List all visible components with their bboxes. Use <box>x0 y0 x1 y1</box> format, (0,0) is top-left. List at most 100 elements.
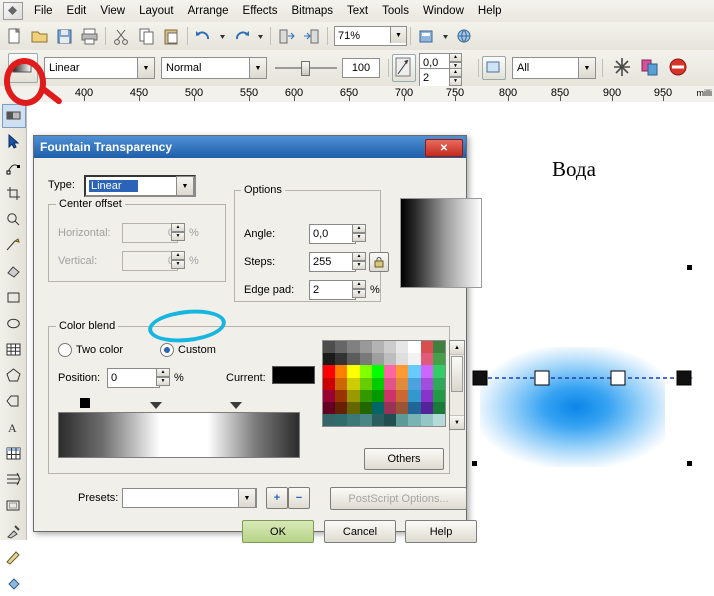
menu-item-layout[interactable]: Layout <box>132 2 181 20</box>
palette-swatch[interactable] <box>420 341 433 354</box>
palette-swatch[interactable] <box>432 353 445 366</box>
toolbox-item-outline-tool[interactable] <box>2 546 26 570</box>
toolbox-item-shape-tool[interactable] <box>2 156 26 180</box>
lock-icon[interactable] <box>369 252 389 272</box>
palette-swatch[interactable] <box>383 377 397 390</box>
chevron-down-icon[interactable]: ▼ <box>390 27 406 43</box>
steps-spinner[interactable]: ▲ ▼ <box>352 252 366 270</box>
menu-item-window[interactable]: Window <box>416 2 471 20</box>
palette-swatch[interactable] <box>383 341 397 354</box>
copy-transparency-icon[interactable] <box>638 55 664 81</box>
palette-swatch[interactable] <box>335 353 348 366</box>
dialog-title-bar[interactable]: Fountain Transparency ✕ <box>34 136 466 158</box>
toolbox-item-ellipse-tool[interactable] <box>2 312 26 336</box>
save-document-icon[interactable] <box>53 25 76 48</box>
copy-icon[interactable] <box>135 25 158 48</box>
toolbox-item-eyedropper-tool[interactable] <box>2 520 26 544</box>
palette-swatch[interactable] <box>371 341 384 354</box>
edge-pad-input[interactable]: 2 <box>309 280 356 300</box>
fountain-transparency-dialog[interactable]: Fountain Transparency ✕ Type: Linear ▼ C… <box>33 135 482 543</box>
palette-swatch[interactable] <box>383 389 397 402</box>
scrollbar-thumb[interactable] <box>451 356 463 392</box>
palette-swatch[interactable] <box>359 401 372 415</box>
menu-item-view[interactable]: View <box>93 2 132 20</box>
palette-swatch[interactable] <box>347 389 360 402</box>
scroll-up-icon[interactable]: ▲ <box>450 341 464 355</box>
palette-swatch[interactable] <box>420 353 433 366</box>
palette-swatch[interactable] <box>383 414 397 427</box>
palette-swatch[interactable] <box>371 365 384 378</box>
palette-swatch[interactable] <box>323 389 336 402</box>
corel-online-icon[interactable] <box>453 25 476 48</box>
menu-item-edit[interactable]: Edit <box>60 2 94 20</box>
palette-swatch[interactable] <box>335 377 348 390</box>
palette-swatch[interactable] <box>383 401 397 415</box>
toolbox-item-interactive-transparency[interactable] <box>2 104 26 128</box>
transparency-vector[interactable] <box>471 367 701 389</box>
palette-swatch[interactable] <box>432 377 445 390</box>
palette-swatch[interactable] <box>359 341 372 354</box>
position-input[interactable]: 0 <box>107 368 160 388</box>
palette-swatch[interactable] <box>335 389 348 402</box>
palette-swatch[interactable] <box>359 365 372 378</box>
palette-swatch[interactable] <box>371 353 384 366</box>
palette-swatch[interactable] <box>347 341 360 354</box>
water-gradient-object[interactable] <box>480 347 665 467</box>
palette-swatch[interactable] <box>396 377 409 390</box>
palette-swatch[interactable] <box>420 401 433 415</box>
angle-input[interactable]: 0,0 <box>309 224 356 244</box>
palette-swatch[interactable] <box>323 377 336 390</box>
palette-swatch[interactable] <box>335 414 348 427</box>
palette-swatch[interactable] <box>432 414 445 427</box>
toolbox-item-table-tool[interactable] <box>2 442 26 466</box>
palette-swatch[interactable] <box>347 401 360 415</box>
remove-preset-button[interactable]: − <box>288 487 310 509</box>
palette-swatch[interactable] <box>408 401 421 415</box>
paste-icon[interactable] <box>160 25 183 48</box>
print-icon[interactable] <box>78 25 101 48</box>
angle-spinner[interactable]: ▲ ▼ <box>352 224 366 242</box>
transparency-target-icon[interactable] <box>482 56 506 80</box>
palette-swatch[interactable] <box>323 414 336 427</box>
menu-item-arrange[interactable]: Arrange <box>181 2 236 20</box>
palette-swatch[interactable] <box>347 377 360 390</box>
palette-swatch[interactable] <box>408 341 421 354</box>
transparency-direction-icon[interactable] <box>392 54 416 82</box>
toolbox-item-basic-shapes-tool[interactable] <box>2 390 26 414</box>
slider-thumb[interactable] <box>301 61 310 76</box>
palette-swatch[interactable] <box>371 401 384 415</box>
palette-swatch[interactable] <box>359 353 372 366</box>
vertical-input[interactable]: 0 <box>122 251 178 271</box>
redo-icon[interactable] <box>230 25 253 48</box>
cut-icon[interactable] <box>110 25 133 48</box>
menu-item-help[interactable]: Help <box>471 2 509 20</box>
palette-swatch[interactable] <box>408 377 421 390</box>
redo-dropdown-icon[interactable] <box>255 25 266 48</box>
palette-swatch[interactable] <box>408 365 421 378</box>
application-launcher-icon[interactable] <box>415 25 438 48</box>
chevron-down-icon[interactable]: ▼ <box>238 488 256 508</box>
toolbox-item-zoom-tool[interactable] <box>2 208 26 232</box>
menu-item-file[interactable]: File <box>27 2 60 20</box>
palette-swatch[interactable] <box>420 377 433 390</box>
clear-transparency-icon[interactable] <box>666 55 692 81</box>
palette-swatch[interactable] <box>371 389 384 402</box>
toolbox-item-interactive-blend-tool[interactable] <box>2 468 26 492</box>
horizontal-spinner[interactable]: ▲ ▼ <box>171 223 185 241</box>
toolbox-item-freehand-tool[interactable] <box>2 234 26 258</box>
launcher-dropdown-icon[interactable] <box>440 25 451 48</box>
selection-handle[interactable] <box>687 265 692 270</box>
toolbox-item-pick-tool[interactable] <box>2 130 26 154</box>
selection-handle[interactable] <box>687 461 692 466</box>
palette-swatch[interactable] <box>323 401 336 415</box>
menu-item-bitmaps[interactable]: Bitmaps <box>284 2 340 20</box>
palette-swatch[interactable] <box>335 401 348 415</box>
palette-swatch[interactable] <box>408 414 421 427</box>
menu-item-effects[interactable]: Effects <box>236 2 285 20</box>
toolbox-item-text-tool[interactable]: A <box>2 416 26 440</box>
palette-swatch[interactable] <box>432 389 445 402</box>
zoom-level-combo[interactable]: 71% ▼ <box>334 26 407 46</box>
open-document-icon[interactable] <box>28 25 51 48</box>
ramp-marker-mid1[interactable] <box>150 402 162 409</box>
selection-handle[interactable] <box>472 461 477 466</box>
